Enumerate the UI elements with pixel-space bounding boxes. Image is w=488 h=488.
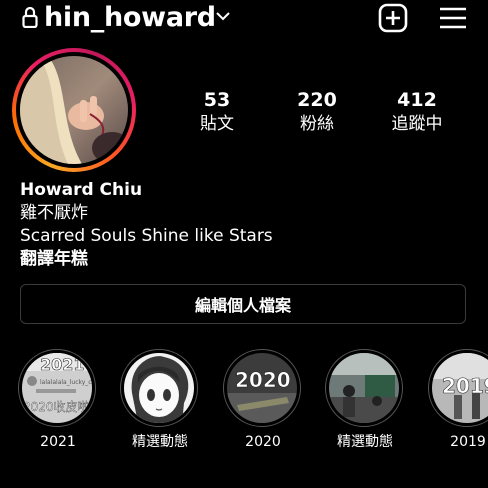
top-bar: hin_howard (0, 0, 488, 38)
stat-followers-count: 220 (297, 89, 337, 111)
highlight-label: 2019 (450, 434, 486, 450)
chevron-down-icon[interactable] (215, 10, 231, 22)
stat-followers[interactable]: 220 粉絲 (272, 88, 362, 136)
stat-posts-count: 53 (203, 89, 231, 111)
avatar-photo (20, 56, 128, 164)
stat-following-count: 412 (397, 89, 437, 111)
stat-following-label: 追蹤中 (391, 114, 443, 134)
avatar[interactable] (20, 56, 128, 164)
highlight-cover (329, 353, 399, 423)
edit-profile-button[interactable]: 編輯個人檔案 (20, 284, 466, 324)
highlight-cover-year: 2019 (442, 374, 488, 398)
bio-line: Scarred Souls Shine like Stars (20, 226, 273, 246)
add-post-button[interactable] (378, 3, 408, 33)
profile-name: Howard Chiu (20, 180, 143, 200)
highlight-cover-year: 2020 (235, 368, 291, 392)
highlight-label: 精選動態 (132, 434, 188, 450)
lock-icon (22, 6, 38, 28)
hamburger-menu-icon[interactable] (439, 6, 467, 30)
stat-following[interactable]: 412 追蹤中 (372, 88, 462, 136)
highlight-cover: 2020 (227, 353, 297, 423)
stat-posts[interactable]: 53 貼文 (172, 88, 262, 136)
highlight-cover-small: lalalalala_lucky_c (40, 379, 92, 386)
username-title[interactable]: hin_howard (44, 0, 216, 36)
highlight-label: 精選動態 (337, 434, 393, 450)
stat-posts-label: 貼文 (200, 114, 234, 134)
highlight-label: 2021 (40, 434, 76, 450)
highlight-cover-subtext: 2020收皮啦 (23, 399, 90, 414)
bio-line: 雞不厭炸 (20, 203, 88, 223)
bottom-tab-bar-edge (0, 480, 488, 488)
stat-followers-label: 粉絲 (300, 114, 334, 134)
highlight-cover (124, 353, 194, 423)
bio-line: 翻譯年糕 (20, 249, 88, 269)
highlight-label: 2020 (245, 434, 281, 450)
highlight-cover: 2021 lalalalala_lucky_c 2020收皮啦 (22, 353, 92, 423)
